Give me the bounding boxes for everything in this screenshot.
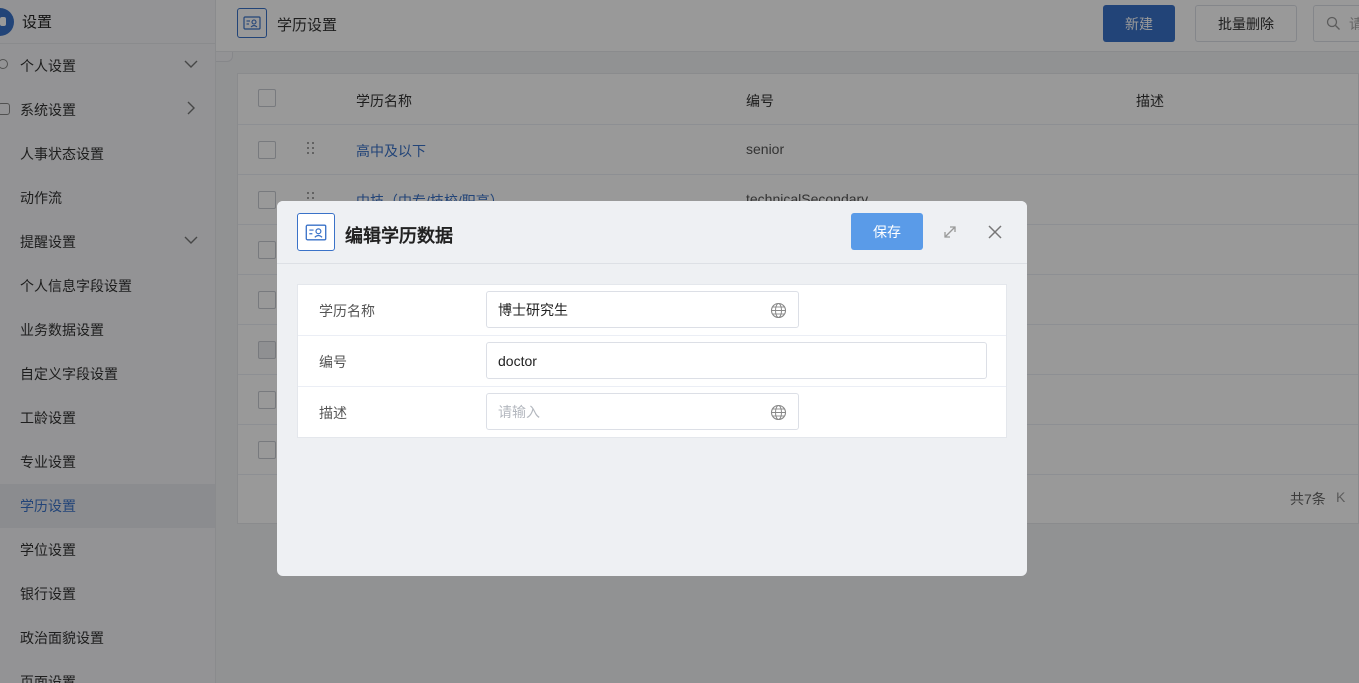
form-row-name: 学历名称 博士研究生 (298, 285, 1006, 336)
fullscreen-icon[interactable] (941, 223, 959, 241)
form-row-code: 编号 doctor (298, 336, 1006, 387)
field-label: 描述 (319, 405, 347, 421)
field-label: 编号 (319, 354, 347, 370)
edit-education-dialog: 编辑学历数据 保存 学历名称 博士研究生 编号 doctor 描述 请输入 (277, 201, 1027, 576)
input-value: 博士研究生 (498, 301, 568, 318)
dialog-header: 编辑学历数据 保存 (277, 201, 1027, 264)
education-code-input[interactable]: doctor (486, 342, 987, 379)
save-button[interactable]: 保存 (851, 213, 923, 250)
close-icon[interactable] (986, 223, 1004, 241)
education-desc-input[interactable]: 请输入 (486, 393, 799, 430)
education-card-icon (297, 213, 335, 251)
input-value: doctor (498, 352, 537, 369)
input-placeholder: 请输入 (498, 403, 540, 420)
globe-icon[interactable] (770, 404, 787, 421)
education-form: 学历名称 博士研究生 编号 doctor 描述 请输入 (297, 284, 1007, 438)
field-label: 学历名称 (319, 303, 375, 319)
form-row-desc: 描述 请输入 (298, 387, 1006, 438)
dialog-title: 编辑学历数据 (345, 226, 453, 246)
education-name-input[interactable]: 博士研究生 (486, 291, 799, 328)
globe-icon[interactable] (770, 302, 787, 319)
